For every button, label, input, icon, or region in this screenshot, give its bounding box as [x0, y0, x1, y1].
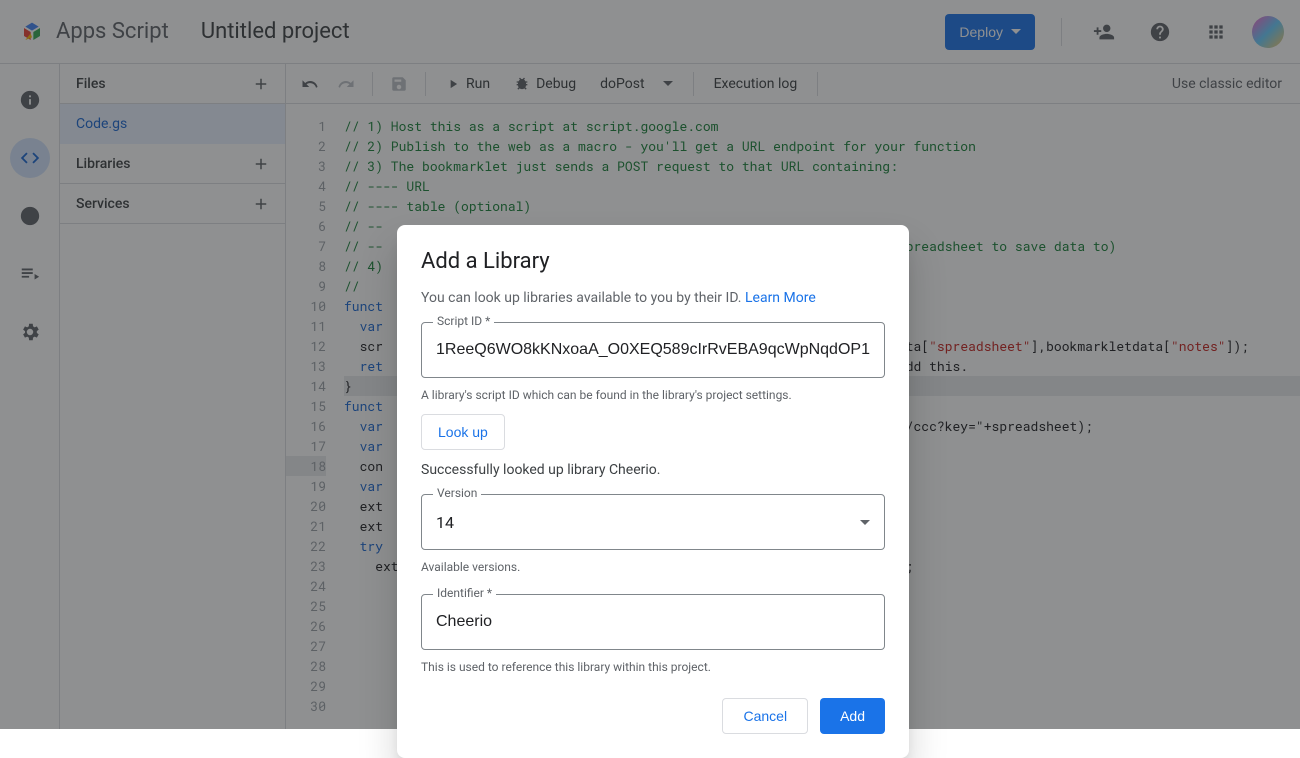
version-label: Version — [433, 486, 481, 500]
modal-title: Add a Library — [421, 249, 885, 274]
modal-desc-text: You can look up libraries available to y… — [421, 290, 745, 306]
add-library-modal: Add a Library You can look up libraries … — [397, 225, 909, 758]
modal-description: You can look up libraries available to y… — [421, 290, 885, 306]
chevron-down-icon — [860, 520, 870, 525]
version-value: 14 — [436, 513, 454, 532]
lookup-button[interactable]: Look up — [421, 414, 505, 450]
identifier-input[interactable] — [421, 594, 885, 650]
lookup-status: Successfully looked up library Cheerio. — [421, 462, 885, 478]
identifier-helper: This is used to reference this library w… — [421, 660, 885, 674]
learn-more-link[interactable]: Learn More — [745, 290, 816, 306]
identifier-field: Identifier * — [421, 594, 885, 650]
version-field: Version 14 — [421, 494, 885, 550]
identifier-label: Identifier * — [433, 586, 496, 600]
script-id-helper: A library's script ID which can be found… — [421, 388, 885, 402]
version-select[interactable]: 14 — [421, 494, 885, 550]
script-id-input[interactable] — [421, 322, 885, 378]
script-id-label: Script ID * — [433, 314, 494, 328]
script-id-field: Script ID * — [421, 322, 885, 378]
version-helper: Available versions. — [421, 560, 885, 574]
